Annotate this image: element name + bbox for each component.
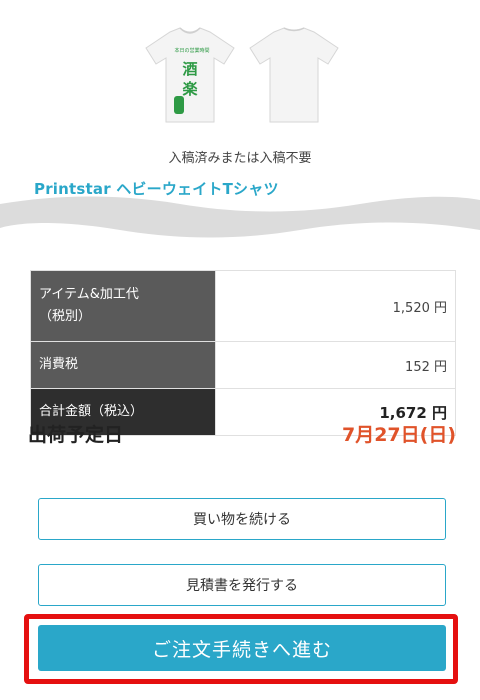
shipping-date-label: 出荷予定日 (28, 424, 124, 446)
issue-estimate-button[interactable]: 見積書を発行する (38, 564, 446, 606)
product-images: 本日の営業時間 酒 楽 (0, 26, 480, 126)
tshirt-front-image: 本日の営業時間 酒 楽 (145, 27, 235, 123)
svg-text:本日の営業時間: 本日の営業時間 (174, 47, 209, 54)
table-row: 消費税 152 円 (30, 341, 456, 389)
table-row: アイテム&加工代 （税別） 1,520 円 (30, 270, 456, 342)
item-processing-fee-label: アイテム&加工代 （税別） (30, 270, 216, 342)
wave-divider (0, 196, 480, 238)
continue-shopping-button[interactable]: 買い物を続ける (38, 498, 446, 540)
price-summary-table: アイテム&加工代 （税別） 1,520 円 消費税 152 円 合計金額（税込）… (30, 270, 456, 436)
tshirt-back-image (249, 27, 339, 123)
shipping-date-value: 7月27日(日) (341, 424, 456, 446)
tax-value: 152 円 (215, 341, 456, 389)
shirt-print-text-line1: 酒 (182, 60, 197, 78)
tax-label: 消費税 (30, 341, 216, 389)
proceed-to-order-button[interactable]: ご注文手続きへ進む (38, 625, 446, 671)
item-processing-fee-value: 1,520 円 (215, 270, 456, 342)
shirt-print-text-line2: 楽 (182, 80, 198, 98)
manuscript-status: 入稿済みまたは入稿不要 (168, 151, 312, 166)
